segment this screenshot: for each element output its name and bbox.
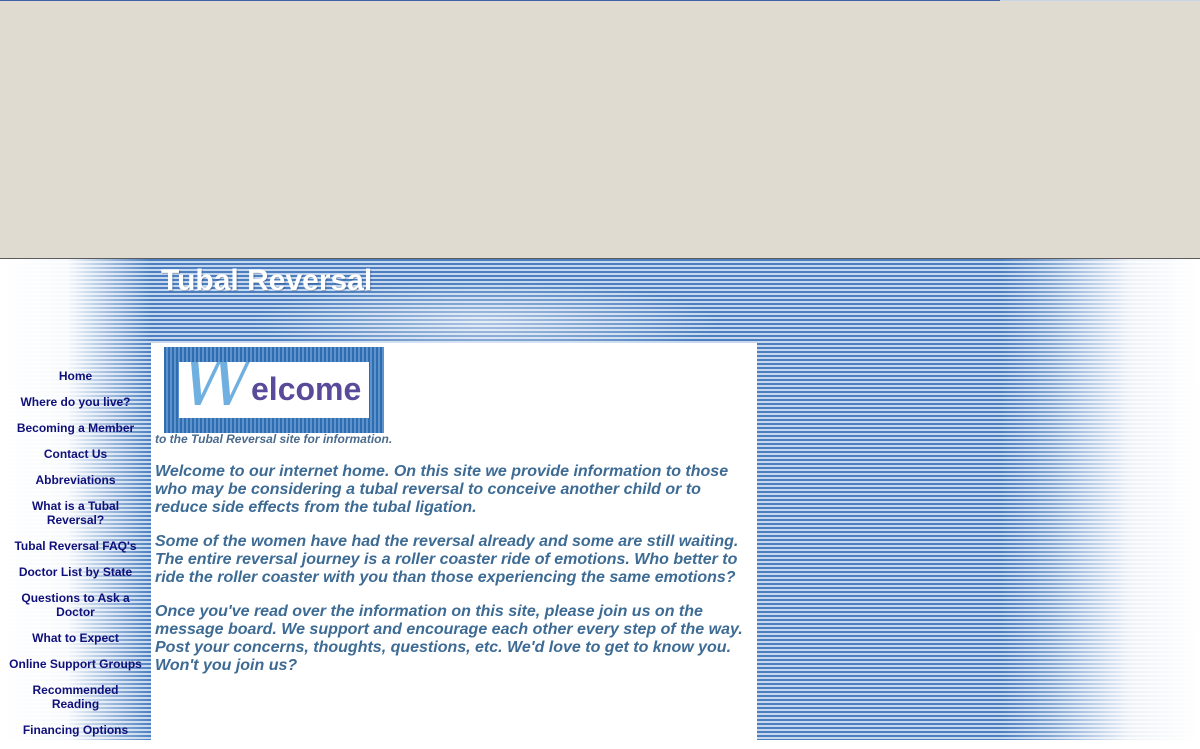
nav-item-financing-options[interactable]: Financing Options bbox=[0, 723, 151, 749]
top-border-line-right bbox=[1000, 0, 1200, 1]
nav-item-online-support-groups[interactable]: Online Support Groups bbox=[0, 657, 151, 683]
journey-paragraph: Some of the women have had the reversal … bbox=[155, 533, 739, 586]
right-stripe-column bbox=[757, 259, 1000, 740]
nav-item-recommended-reading[interactable]: Recommended Reading bbox=[0, 683, 151, 723]
top-border-line bbox=[0, 0, 1000, 1]
nav-item-what-to-expect[interactable]: What to Expect bbox=[0, 631, 151, 657]
nav-item-becoming-a-member[interactable]: Becoming a Member bbox=[0, 421, 151, 447]
intro-paragraph: Welcome to our internet home. On this si… bbox=[155, 463, 729, 516]
welcome-logo-text: elcome bbox=[251, 371, 362, 407]
nav-item-home[interactable]: Home bbox=[0, 369, 151, 395]
nav-item-doctor-list-by-state[interactable]: Doctor List by State bbox=[0, 565, 151, 591]
nav-item-tubal-reversal-faqs[interactable]: Tubal Reversal FAQ's bbox=[0, 539, 151, 565]
sidebar-nav: Home Where do you live? Becoming a Membe… bbox=[0, 369, 151, 749]
nav-item-questions-to-ask-a-doctor[interactable]: Questions to Ask a Doctor bbox=[0, 591, 151, 631]
header-banner: Tubal Reversal bbox=[151, 259, 757, 343]
right-margin bbox=[1000, 259, 1200, 740]
nav-item-abbreviations[interactable]: Abbreviations bbox=[0, 473, 151, 499]
nav-item-contact-us[interactable]: Contact Us bbox=[0, 447, 151, 473]
welcome-logo-letter: W bbox=[181, 362, 253, 418]
welcome-tagline: to the Tubal Reversal site for informati… bbox=[155, 432, 393, 446]
nav-item-where-do-you-live[interactable]: Where do you live? bbox=[0, 395, 151, 421]
welcome-logo: W elcome bbox=[164, 347, 384, 433]
top-banner-area bbox=[0, 0, 1200, 258]
nav-item-what-is-a-tubal-reversal[interactable]: What is a Tubal Reversal? bbox=[0, 499, 151, 539]
site-title: Tubal Reversal bbox=[161, 264, 373, 297]
main-content: W elcome to the Tubal Reversal site for … bbox=[151, 343, 757, 740]
join-paragraph: Once you've read over the information on… bbox=[155, 603, 743, 674]
